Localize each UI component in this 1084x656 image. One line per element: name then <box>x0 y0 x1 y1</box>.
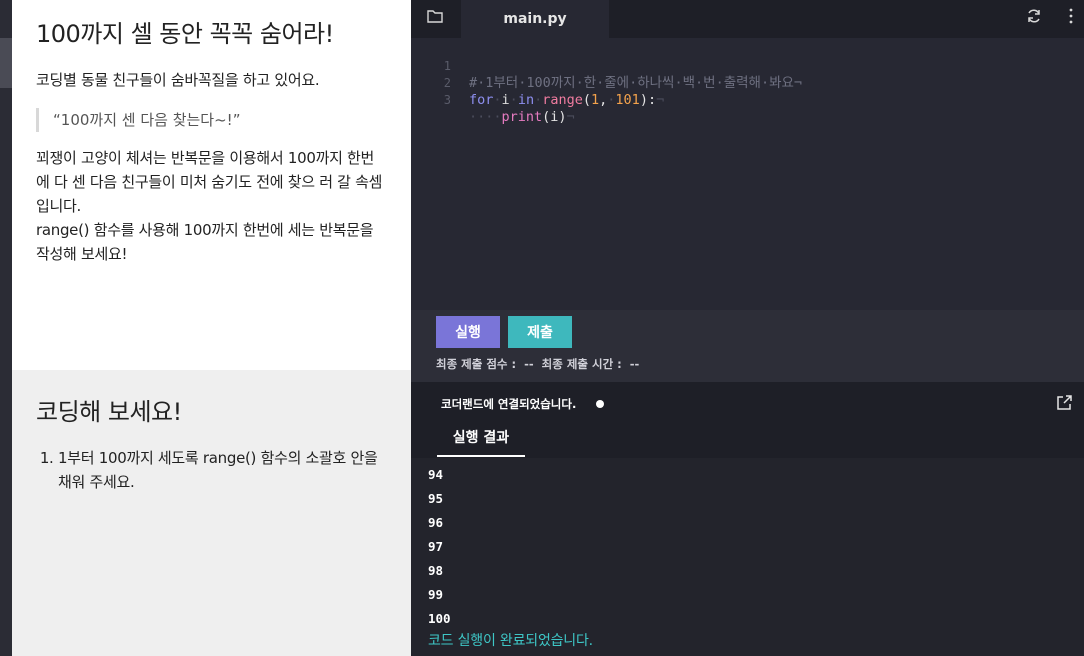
file-tab-main[interactable]: main.py <box>461 0 609 38</box>
time-label: 최종 제출 시간 : <box>541 357 622 371</box>
task-item: 1부터 100까지 세도록 range() 함수의 소괄호 안을 채워 주세요. <box>58 446 387 494</box>
lesson-desc-1: 꾀쟁이 고양이 체셔는 반복문을 이용해서 100까지 한번에 다 센 다음 친… <box>36 149 383 215</box>
output-line: 99 <box>428 587 444 602</box>
code-line: 3 ····print(i)¬ <box>411 75 1084 125</box>
score-label: 최종 제출 점수 : <box>436 357 517 371</box>
output-line: 98 <box>428 563 444 578</box>
output-line: 94 <box>428 467 444 482</box>
rail-tab[interactable] <box>0 38 12 88</box>
code-editor[interactable]: main.py 1 #·1부터·100까지·한·줄에·하나씩·백·번·출력해·봐… <box>411 0 1084 310</box>
output-lines: 94 95 96 97 98 99 100 <box>428 463 451 631</box>
submit-button[interactable]: 제출 <box>508 316 572 348</box>
lesson-desc-2: range() 함수를 사용해 100까지 한번에 세는 반복문을 작성해 보세… <box>36 221 374 263</box>
folder-icon[interactable] <box>425 6 445 26</box>
refresh-icon[interactable] <box>1024 6 1044 26</box>
code-area[interactable]: 1 #·1부터·100까지·한·줄에·하나씩·백·번·출력해·봐요¬ 2 for… <box>411 41 1084 125</box>
execution-complete-message: 코드 실행이 완료되었습니다. <box>428 633 593 649</box>
task-panel: 코딩해 보세요! 1부터 100까지 세도록 range() 함수의 소괄호 안… <box>12 370 411 656</box>
lesson-title: 100까지 셀 동안 꼭꼭 숨어라! <box>36 20 334 48</box>
lesson-description: 꾀쟁이 고양이 체셔는 반복문을 이용해서 100까지 한번에 다 센 다음 친… <box>36 146 387 266</box>
action-bar: 실행 제출 최종 제출 점수 : -- 최종 제출 시간 : -- <box>411 310 1084 382</box>
code-print: ····print(i)¬ <box>469 109 575 125</box>
time-value: -- <box>629 357 640 371</box>
score-value: -- <box>524 357 534 371</box>
connection-status: 코더랜드에 연결되었습니다. <box>441 397 577 411</box>
output-console: 94 95 96 97 98 99 100 코드 실행이 완료되었습니다. <box>411 458 1084 656</box>
code-line: 1 #·1부터·100까지·한·줄에·하나씩·백·번·출력해·봐요¬ <box>411 41 1084 91</box>
code-line: 2 for·i·in·range(1,·101):¬ <box>411 58 1084 108</box>
tab-run-result[interactable]: 실행 결과 <box>437 426 525 457</box>
run-button[interactable]: 실행 <box>436 316 500 348</box>
output-line: 96 <box>428 515 444 530</box>
task-list: 1부터 100까지 세도록 range() 함수의 소괄호 안을 채워 주세요. <box>36 446 387 494</box>
line-number: 3 <box>443 93 451 107</box>
score-info: 최종 제출 점수 : -- 최종 제출 시간 : -- <box>436 356 643 372</box>
connection-dot-icon <box>596 400 604 408</box>
task-title: 코딩해 보세요! <box>36 398 182 426</box>
output-line: 97 <box>428 539 444 554</box>
output-line: 95 <box>428 491 444 506</box>
more-vertical-icon[interactable] <box>1066 6 1076 26</box>
lesson-quote: “100까지 센 다음 찾는다~!” <box>36 108 387 132</box>
output-line: 100 <box>428 611 451 626</box>
editor-tabbar: main.py <box>411 0 1084 38</box>
output-header: 코더랜드에 연결되었습니다. 실행 결과 <box>411 382 1084 458</box>
external-link-icon[interactable] <box>1055 394 1073 412</box>
lesson-panel: 100까지 셀 동안 꼭꼭 숨어라! 코딩별 동물 친구들이 숨바꼭질을 하고 … <box>12 0 411 370</box>
left-rail <box>0 0 12 656</box>
lesson-intro: 코딩별 동물 친구들이 숨바꼭질을 하고 있어요. <box>36 71 320 89</box>
code-for-loop: for·i·in·range(1,·101):¬ <box>469 92 665 108</box>
